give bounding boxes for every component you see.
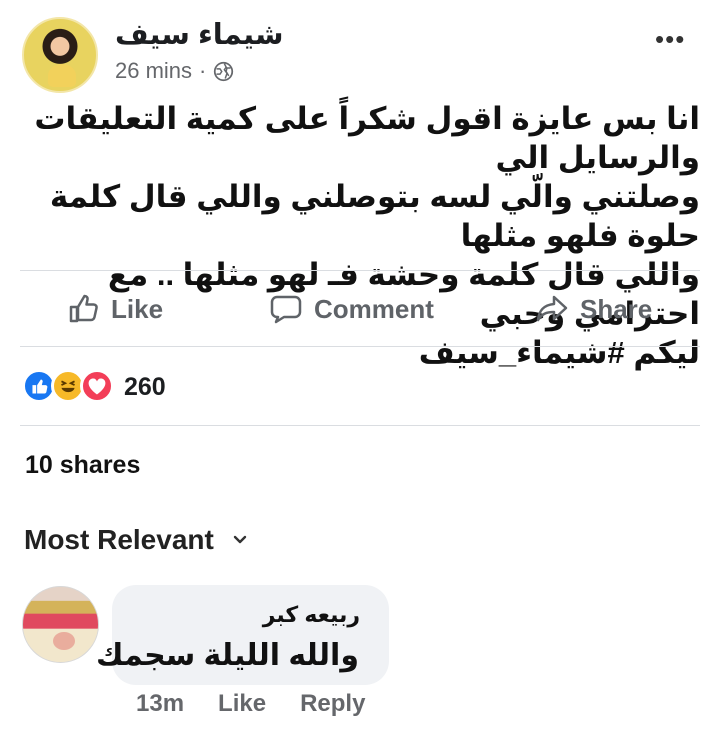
post-text-line: انا بس عايزة اقول شكراً على كمية التعليق… [34,101,700,175]
author-avatar[interactable] [22,17,98,93]
more-options-button[interactable]: ••• [655,24,695,54]
post-meta: 26 mins · [115,58,234,84]
reactions-divider [20,425,700,426]
comment-icon [270,295,302,324]
comment-like-button[interactable]: Like [218,690,266,718]
comment-text: والله الليلة سجمك [96,639,359,672]
reaction-icons [22,369,124,405]
comment-label: Comment [314,293,434,324]
share-button[interactable]: Share [535,285,652,333]
like-label: Like [111,293,164,324]
actions-divider [20,346,700,347]
post-time[interactable]: 26 mins [115,58,192,84]
comment-reply-button[interactable]: Reply [300,690,365,718]
shares-count[interactable]: 10 shares [25,451,140,480]
post-text-line: ليكم #شيماء_سيف [418,335,700,370]
author-name[interactable]: شيماء سيف [115,17,283,52]
post-action-bar: Like Comment Share [0,285,720,333]
reaction-count: 260 [124,372,166,401]
globe-icon [214,61,234,81]
love-reaction-icon [80,369,114,403]
comment-button[interactable]: Comment [269,285,434,333]
commenter-avatar[interactable] [22,586,99,663]
comment-sort-control[interactable]: Most Relevant [24,524,250,556]
comment-bubble: ربيعه كبر والله الليلة سجمك [96,585,389,685]
post-header: شيماء سيف 26 mins · ••• [0,0,720,95]
thumbs-up-icon [69,294,98,323]
share-label: Share [580,293,653,324]
comment-author[interactable]: ربيعه كبر [263,602,360,628]
reaction-summary[interactable]: 260 [22,369,166,405]
post-divider [20,270,700,271]
meta-separator: · [199,58,207,83]
like-button[interactable]: Like [66,285,163,333]
share-icon [536,295,568,322]
comment-actions: 13m Like Reply [136,690,365,718]
post-text-line: وصلتني والّي لسه بتوصلني واللي قال كلمة … [49,179,700,253]
comment-time[interactable]: 13m [136,690,184,718]
comment-sort-label: Most Relevant [24,524,214,555]
chevron-down-icon [233,535,247,544]
